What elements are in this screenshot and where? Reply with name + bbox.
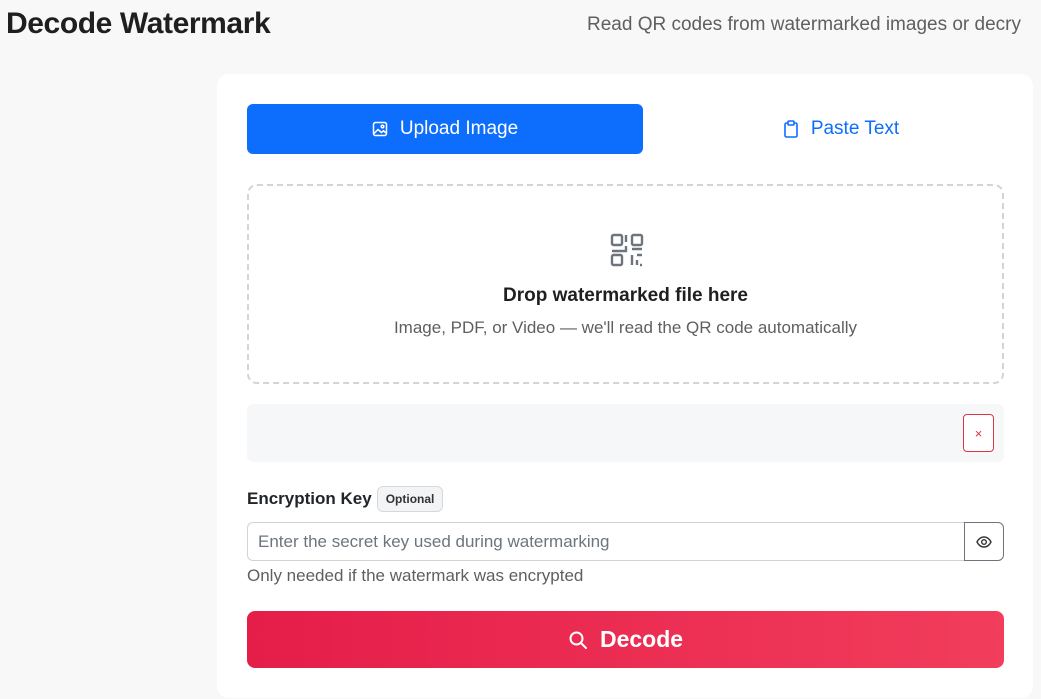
clipboard-icon — [784, 120, 798, 138]
file-preview: × — [247, 404, 1004, 462]
file-dropzone[interactable]: Drop watermarked file here Image, PDF, o… — [247, 184, 1004, 384]
tab-upload-label: Upload Image — [399, 118, 519, 139]
tab-paste-text[interactable]: Paste Text — [643, 104, 1039, 154]
decode-button-label: Decode — [599, 626, 684, 652]
page-header: Decode Watermark Read QR codes from wate… — [0, 0, 1041, 56]
decode-button[interactable]: Decode — [247, 611, 1004, 668]
dropzone-hint: Image, PDF, or Video — we'll read the QR… — [393, 318, 858, 337]
qr-code-icon — [610, 233, 644, 267]
tab-paste-label: Paste Text — [810, 118, 900, 139]
tab-upload-image[interactable]: Upload Image — [247, 104, 643, 154]
encryption-key-label: Encryption Key — [247, 489, 372, 508]
toggle-key-visibility-button[interactable] — [964, 522, 1004, 561]
image-icon — [372, 121, 388, 137]
encryption-key-label-row: Encryption Key Optional — [247, 486, 444, 512]
decode-card: Upload Image Paste Text Drop watermarked… — [217, 74, 1033, 698]
optional-badge: Optional — [376, 486, 444, 512]
page-title: Decode Watermark — [6, 7, 271, 40]
encryption-key-input[interactable] — [247, 522, 965, 561]
remove-file-button[interactable]: × — [963, 414, 994, 452]
dropzone-title: Drop watermarked file here — [503, 285, 748, 306]
encryption-key-help: Only needed if the watermark was encrypt… — [247, 566, 584, 585]
page-subtitle: Read QR codes from watermarked images or… — [587, 14, 1021, 35]
eye-icon — [976, 535, 992, 548]
search-icon — [569, 631, 587, 649]
